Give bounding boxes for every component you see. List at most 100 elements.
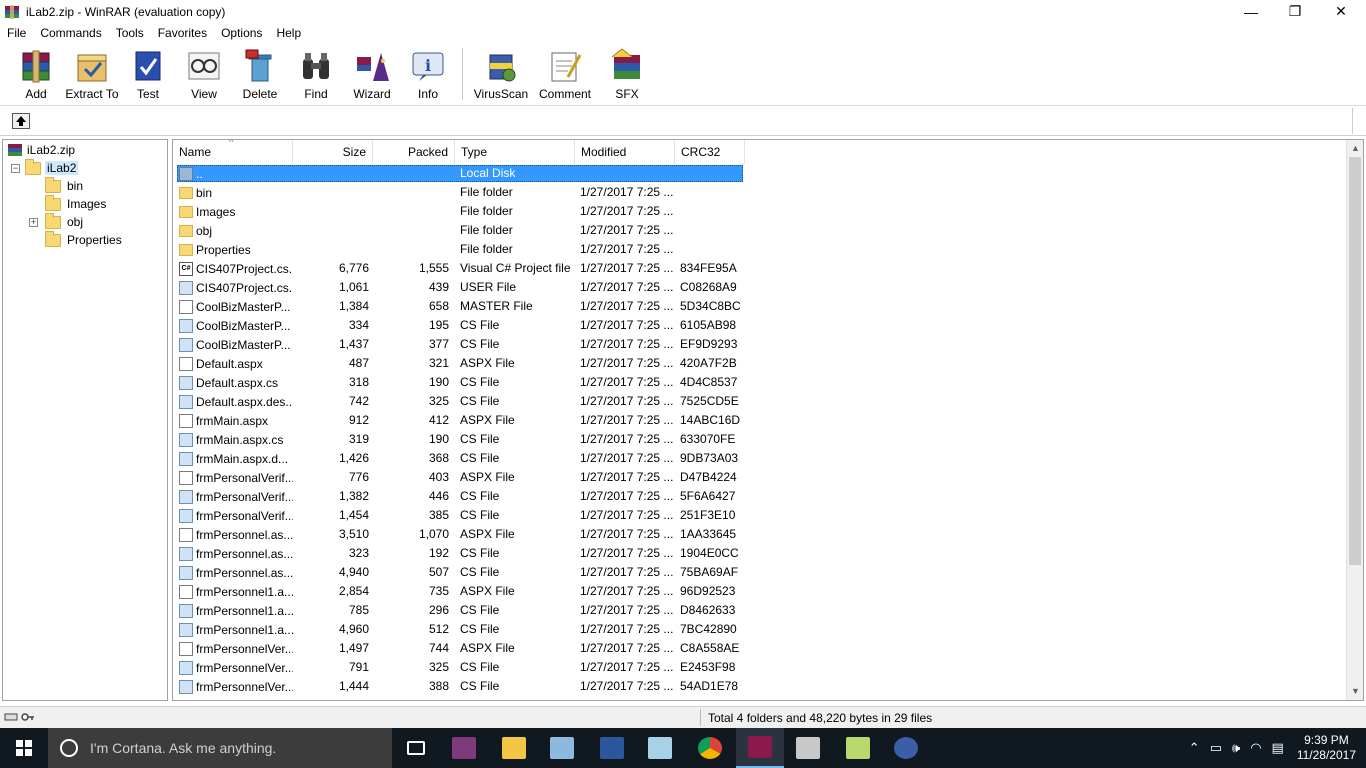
column-size[interactable]: Size: [293, 140, 373, 164]
table-row[interactable]: Default.aspx.des... 742 325 CS File 1/27/201…: [173, 392, 1348, 411]
winrar-taskbar-button[interactable]: [736, 728, 784, 768]
menu-help[interactable]: Help: [269, 26, 308, 40]
table-row[interactable]: frmPersonnelVer... 1,497 744 ASPX File 1/27/…: [173, 639, 1348, 658]
table-row[interactable]: frmPersonalVerif... 776 403 ASPX File 1/27/2…: [173, 468, 1348, 487]
column-modified[interactable]: Modified: [575, 140, 675, 164]
cell-packed: 190: [428, 375, 449, 389]
cell-modified: 1/27/2017 7:25 ...: [580, 470, 674, 484]
tree-folder-images[interactable]: Images: [45, 194, 106, 213]
scroll-up-arrow[interactable]: ▲: [1347, 140, 1363, 157]
file-explorer-taskbar-button[interactable]: [490, 728, 538, 768]
table-row[interactable]: frmPersonalVerif... 1,382 446 CS File 1/27/2…: [173, 487, 1348, 506]
menu-tools[interactable]: Tools: [109, 26, 151, 40]
close-button[interactable]: ✕: [1318, 0, 1364, 23]
test-button[interactable]: Test: [120, 44, 176, 102]
tree-folder-obj[interactable]: obj: [45, 212, 83, 231]
snipping-tool-taskbar-button[interactable]: [784, 728, 832, 768]
paint-taskbar-button[interactable]: [538, 728, 586, 768]
table-row[interactable]: frmPersonnel.as... 3,510 1,070 ASPX File 1/2…: [173, 525, 1348, 544]
table-row[interactable]: frmPersonnel1.a... 4,960 512 CS File 1/27/20…: [173, 620, 1348, 639]
task-view-taskbar-button[interactable]: [392, 728, 440, 768]
cortana-search-box[interactable]: I'm Cortana. Ask me anything.: [48, 728, 392, 768]
action-center-icon[interactable]: ▤: [1272, 740, 1284, 756]
table-row[interactable]: frmPersonalVerif... 1,454 385 CS File 1/27/2…: [173, 506, 1348, 525]
tree-root[interactable]: iLab2.zip: [7, 141, 75, 159]
cell-packed: [373, 185, 449, 200]
wifi-icon[interactable]: ◠: [1250, 740, 1261, 756]
power-icon[interactable]: ▭: [1210, 740, 1222, 756]
show-hidden-icons-chevron-icon[interactable]: ⌃: [1189, 740, 1200, 756]
table-row[interactable]: frmPersonnelVer... 1,444 388 CS File 1/27/20…: [173, 677, 1348, 696]
column-type[interactable]: Type: [455, 140, 575, 164]
table-row[interactable]: Default.aspx.cs 318 190 CS File 1/27/2017 7:…: [173, 373, 1348, 392]
media-taskbar-button[interactable]: [882, 728, 930, 768]
minimize-button[interactable]: —: [1228, 0, 1274, 23]
table-row[interactable]: frmMain.aspx.cs 319 190 CS File 1/27/2017 7:…: [173, 430, 1348, 449]
menu-commands[interactable]: Commands: [33, 26, 108, 40]
key-icon[interactable]: [21, 711, 35, 723]
column-name[interactable]: Name ^: [173, 140, 293, 164]
table-row[interactable]: obj File folder 1/27/2017 7:25 ...: [173, 221, 1348, 240]
cell-name: frmPersonnel.as...: [179, 527, 293, 542]
table-row[interactable]: frmPersonnel.as... 4,940 507 CS File 1/27/20…: [173, 563, 1348, 582]
table-row[interactable]: frmPersonnel1.a... 785 296 CS File 1/27/2017…: [173, 601, 1348, 620]
add-button[interactable]: Add: [8, 44, 64, 102]
table-row[interactable]: frmPersonnel1.a... 2,854 735 ASPX File 1/27/…: [173, 582, 1348, 601]
winrar-app-icon[interactable]: [4, 4, 20, 20]
chrome-icon: [698, 737, 722, 759]
table-row[interactable]: frmMain.aspx.d... 1,426 368 CS File 1/27/201…: [173, 449, 1348, 468]
virusscan-button[interactable]: VirusScan: [469, 44, 533, 102]
sfx-button[interactable]: SFX: [597, 44, 657, 102]
notepad-taskbar-button[interactable]: [636, 728, 684, 768]
table-row[interactable]: frmMain.aspx 912 412 ASPX File 1/27/2017 7:2…: [173, 411, 1348, 430]
table-row[interactable]: Properties File folder 1/27/2017 7:25 ...: [173, 240, 1348, 259]
vertical-scrollbar[interactable]: ▲ ▼: [1346, 140, 1363, 700]
file-list: Name ^ Size Packed Type Modified CRC32 .…: [172, 139, 1364, 701]
find-button[interactable]: Find: [288, 44, 344, 102]
table-row[interactable]: CoolBizMasterP... 334 195 CS File 1/27/2017 …: [173, 316, 1348, 335]
tree-expand-toggle[interactable]: +: [29, 218, 38, 227]
ie-folder-taskbar-button[interactable]: [834, 728, 882, 768]
delete-button[interactable]: Delete: [232, 44, 288, 102]
table-row[interactable]: frmPersonnelVer... 791 325 CS File 1/27/2017…: [173, 658, 1348, 677]
cell-crc32: 9DB73A03: [680, 451, 739, 465]
wizard-button[interactable]: Wizard: [344, 44, 400, 102]
clock[interactable]: 9:39 PM 11/28/2017: [1297, 733, 1356, 763]
cell-crc32: E2453F98: [680, 660, 736, 674]
cell-size: 323: [348, 546, 369, 560]
table-row[interactable]: .. Local Disk: [173, 164, 1348, 183]
extract-to-button[interactable]: Extract To: [64, 44, 120, 102]
menu-favorites[interactable]: Favorites: [151, 26, 214, 40]
start-button[interactable]: [0, 728, 48, 768]
comment-button[interactable]: Comment: [533, 44, 597, 102]
table-row[interactable]: Default.aspx 487 321 ASPX File 1/27/2017 7:2…: [173, 354, 1348, 373]
tree-folder-properties[interactable]: Properties: [45, 230, 122, 249]
table-row[interactable]: CoolBizMasterP... 1,384 658 MASTER File 1/27…: [173, 297, 1348, 316]
chrome-taskbar-button[interactable]: [686, 728, 734, 768]
tree-folder-ilab2[interactable]: iLab2: [25, 158, 79, 177]
maximize-button[interactable]: ❐: [1272, 0, 1318, 23]
table-row[interactable]: CoolBizMasterP... 1,437 377 CS File 1/27/201…: [173, 335, 1348, 354]
onenote-taskbar-button[interactable]: [440, 728, 488, 768]
path-scrollbar[interactable]: [1352, 108, 1362, 134]
table-row[interactable]: CIS407Project.cs... 1,061 439 USER File 1/27…: [173, 278, 1348, 297]
menu-file[interactable]: File: [0, 26, 33, 40]
cell-modified: 1/27/2017 7:25 ...: [580, 584, 674, 598]
word-taskbar-button[interactable]: [588, 728, 636, 768]
table-row[interactable]: Images File folder 1/27/2017 7:25 ...: [173, 202, 1348, 221]
tree-folder-bin[interactable]: bin: [45, 176, 83, 195]
up-one-level-button[interactable]: [12, 113, 30, 129]
table-row[interactable]: C# CIS407Project.cs... 6,776 1,555 Visual C#…: [173, 259, 1348, 278]
scroll-thumb[interactable]: [1349, 157, 1361, 565]
column-crc32[interactable]: CRC32: [675, 140, 745, 164]
scroll-down-arrow[interactable]: ▼: [1347, 683, 1363, 700]
column-packed[interactable]: Packed: [373, 140, 455, 164]
cell-modified: 1/27/2017 7:25 ...: [580, 413, 674, 427]
info-button[interactable]: i Info: [400, 44, 456, 102]
table-row[interactable]: frmPersonnel.as... 323 192 CS File 1/27/2017…: [173, 544, 1348, 563]
table-row[interactable]: bin File folder 1/27/2017 7:25 ...: [173, 183, 1348, 202]
volume-icon[interactable]: 🕪: [1232, 740, 1240, 756]
menu-options[interactable]: Options: [214, 26, 269, 40]
view-button[interactable]: View: [176, 44, 232, 102]
tree-collapse-toggle[interactable]: −: [11, 164, 20, 173]
